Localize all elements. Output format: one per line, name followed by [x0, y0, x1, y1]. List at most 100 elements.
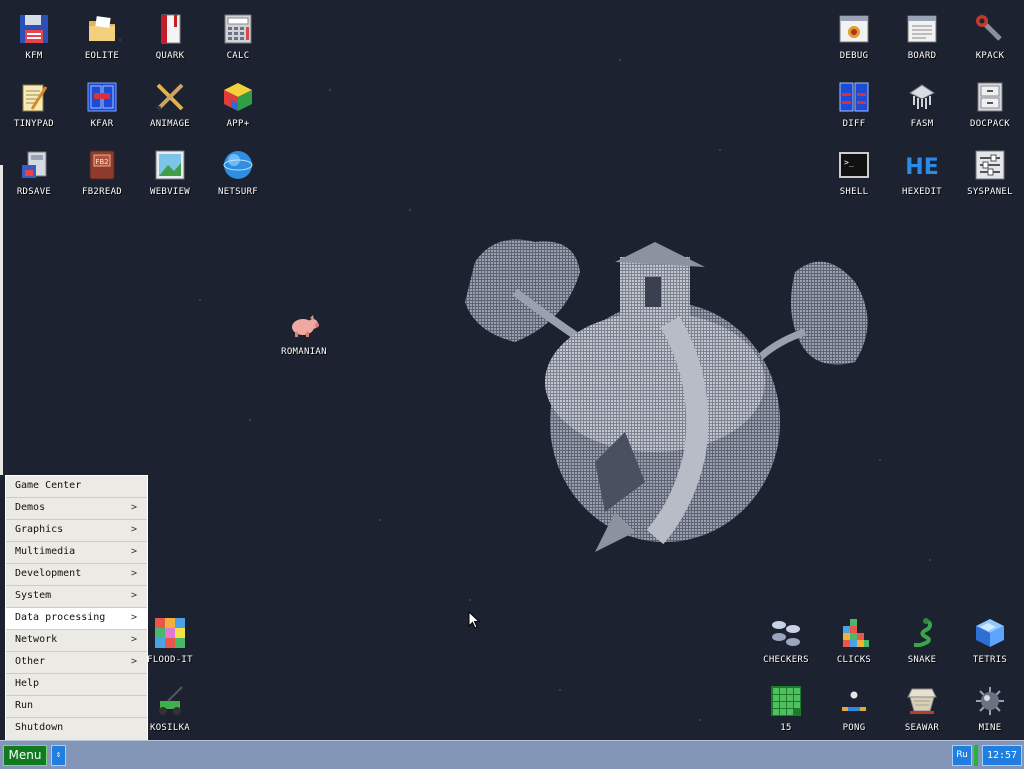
desktop-icon-kpack[interactable]: KPACK	[956, 5, 1024, 69]
menu-item-other[interactable]: Other >	[6, 652, 147, 674]
chevron-right-icon: >	[130, 524, 137, 535]
desktop-icon-webview[interactable]: WEBVIEW	[136, 141, 204, 205]
assembler-icon	[906, 81, 938, 113]
desktop-icon-hexedit[interactable]: HE HEXEDIT	[888, 141, 956, 205]
desktop-icon-kosilka[interactable]: KOSILKA	[136, 677, 204, 741]
desktop-icon-docpack[interactable]: DOCPACK	[956, 73, 1024, 137]
desktop-icon-app-plus[interactable]: APP+	[204, 73, 272, 137]
svg-text:>_: >_	[844, 158, 854, 167]
globe-icon	[222, 149, 254, 181]
tetris-cube-icon	[974, 617, 1006, 649]
lawnmower-icon	[154, 685, 186, 717]
desktop-icon-shell[interactable]: >_ SHELL	[820, 141, 888, 205]
menu-item-system[interactable]: System >	[6, 586, 147, 608]
desktop-icon-animage[interactable]: ANIMAGE	[136, 73, 204, 137]
desktop-icon-label: KFAR	[90, 119, 114, 129]
menu-item-label: Graphics	[15, 524, 64, 535]
desktop-icon-kfar[interactable]: KFAR	[68, 73, 136, 137]
web-picture-icon	[154, 149, 186, 181]
desktop-icon-label: DIFF	[842, 119, 866, 129]
floppy-disk-icon	[18, 13, 50, 45]
desktop-icon-label: QUARK	[155, 51, 185, 61]
desktop-icon-diff[interactable]: DIFF	[820, 73, 888, 137]
menu-item-label: Other	[15, 656, 46, 667]
desktop-icon-rdsave[interactable]: RDSAVE	[0, 141, 68, 205]
dual-panel-icon	[86, 81, 118, 113]
desktop-icon-15[interactable]: 15	[752, 677, 820, 741]
red-book-icon	[154, 13, 186, 45]
menu-item-label: Demos	[15, 502, 46, 513]
desktop-icon-tinypad[interactable]: TINYPAD	[0, 73, 68, 137]
tray-indicator	[974, 745, 978, 766]
menu-item-label: Network	[15, 634, 58, 645]
desktop-icon-kfm[interactable]: KFM	[0, 5, 68, 69]
desktop-icon-calc[interactable]: CALC	[204, 5, 272, 69]
desktop-icon-eolite[interactable]: EOLITE	[68, 5, 136, 69]
desktop-icon-label: ROMANIAN	[281, 347, 327, 357]
menu-item-label: Help	[15, 678, 40, 689]
desktop-icon-label: KOSILKA	[149, 723, 191, 733]
menu-item-game-center[interactable]: Game Center	[6, 476, 147, 498]
menu-item-label: Data processing	[15, 612, 106, 623]
desktop-icon-label: EOLITE	[84, 51, 120, 61]
desktop-icon-mine[interactable]: MINE	[956, 677, 1024, 741]
desktop-icon-label: CALC	[226, 51, 250, 61]
clock-display[interactable]: 12:57	[982, 745, 1022, 766]
svg-text:HE: HE	[906, 155, 938, 180]
menu-item-data-processing[interactable]: Data processing >	[6, 608, 147, 630]
diff-panels-icon	[838, 81, 870, 113]
notepad-icon	[18, 81, 50, 113]
cabinet-icon	[974, 81, 1006, 113]
desktop-icon-tetris[interactable]: TETRIS	[956, 609, 1024, 673]
desktop-icon-romanian[interactable]: ROMANIAN	[270, 301, 338, 365]
rubik-cube-icon	[222, 81, 254, 113]
desktop-icon-fasm[interactable]: FASM	[888, 73, 956, 137]
menu-item-multimedia[interactable]: Multimedia >	[6, 542, 147, 564]
pong-ball-icon	[838, 685, 870, 717]
window-switch-button[interactable]: ⇕	[51, 745, 66, 766]
wrench-icon	[974, 13, 1006, 45]
disk-save-icon	[18, 149, 50, 181]
desktop-icon-label: 15	[780, 723, 792, 733]
desktop-icon-netsurf[interactable]: NETSURF	[204, 141, 272, 205]
pencil-brush-icon	[154, 81, 186, 113]
menu-item-development[interactable]: Development >	[6, 564, 147, 586]
desktop-icon-label: SYSPANEL	[967, 187, 1013, 197]
terminal-icon: >_	[838, 149, 870, 181]
menu-button[interactable]: Menu	[3, 745, 47, 766]
desktop-icon-checkers[interactable]: CHECKERS	[752, 609, 820, 673]
desktop-icon-label: FLOOD-IT	[147, 655, 193, 665]
desktop-icon-pong[interactable]: PONG	[820, 677, 888, 741]
snake-icon	[906, 617, 938, 649]
desktop-icon-label: SEAWAR	[904, 723, 940, 733]
desktop-icon-label: FASM	[910, 119, 934, 129]
menu-item-demos[interactable]: Demos >	[6, 498, 147, 520]
menu-item-shutdown[interactable]: Shutdown	[6, 718, 147, 740]
desktop-icon-label: CLICKS	[836, 655, 872, 665]
desktop-icon-label: RDSAVE	[16, 187, 52, 197]
desktop-icon-snake[interactable]: SNAKE	[888, 609, 956, 673]
desktop-icon-debug[interactable]: DEBUG	[820, 5, 888, 69]
desktop-icon-label: BOARD	[907, 51, 937, 61]
desktop-icon-label: SHELL	[839, 187, 869, 197]
desktop-icon-label: MINE	[978, 723, 1002, 733]
desktop-icon-syspanel[interactable]: SYSPANEL	[956, 141, 1024, 205]
desktop-icon-fb2read[interactable]: FB2 FB2READ	[68, 141, 136, 205]
start-menu: Game Center Demos > Graphics > Multimedia >…	[5, 475, 148, 741]
blocks-icon	[838, 617, 870, 649]
desktop-icon-label: PONG	[842, 723, 866, 733]
chevron-right-icon: >	[130, 546, 137, 557]
keyboard-layout-button[interactable]: Ru	[952, 745, 972, 766]
desktop-icon-flood-it[interactable]: FLOOD-IT	[136, 609, 204, 673]
menu-item-run[interactable]: Run	[6, 696, 147, 718]
menu-item-help[interactable]: Help	[6, 674, 147, 696]
menu-item-label: Shutdown	[15, 722, 64, 733]
desktop-icon-board[interactable]: BOARD	[888, 5, 956, 69]
desktop-icon-clicks[interactable]: CLICKS	[820, 609, 888, 673]
chevron-right-icon: >	[130, 502, 137, 513]
desktop-icon-quark[interactable]: QUARK	[136, 5, 204, 69]
desktop-icon-seawar[interactable]: SEAWAR	[888, 677, 956, 741]
menu-item-network[interactable]: Network >	[6, 630, 147, 652]
desktop-icon-label: KFM	[25, 51, 43, 61]
menu-item-graphics[interactable]: Graphics >	[6, 520, 147, 542]
